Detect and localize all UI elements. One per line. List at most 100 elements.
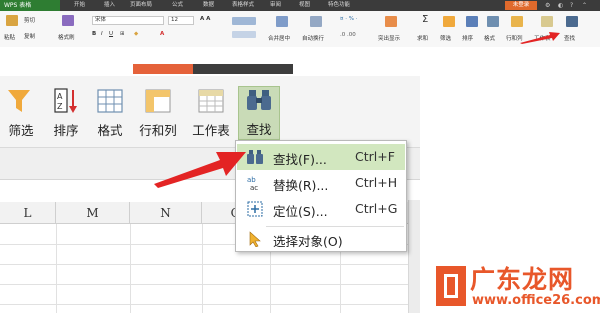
row-line: [0, 284, 410, 285]
mini-align-icon[interactable]: [232, 17, 256, 25]
svg-text:A: A: [57, 92, 63, 101]
mini-menu-insert[interactable]: 插入: [104, 0, 115, 11]
mini-highlight-label[interactable]: 突出显示: [378, 34, 400, 42]
format-button[interactable]: 格式: [88, 88, 132, 140]
svg-text:Z: Z: [57, 102, 63, 111]
sort-button[interactable]: A Z 排序: [44, 88, 88, 140]
mini-settings-icon[interactable]: ⚙: [545, 0, 550, 11]
menu-item-find[interactable]: 查找(F)... Ctrl+F: [237, 144, 405, 170]
mini-find-icon[interactable]: [566, 16, 578, 27]
mini-app-title[interactable]: WPS 表格: [0, 0, 60, 11]
mini-font-name-field[interactable]: 宋体: [92, 16, 164, 25]
mini-menu-data[interactable]: 数据: [203, 0, 214, 11]
mini-skin-icon[interactable]: ◐: [558, 0, 563, 11]
menu-item-find-shortcut: Ctrl+F: [355, 149, 395, 164]
svg-text:ac: ac: [250, 184, 258, 191]
mini-sheet-icon[interactable]: [541, 16, 553, 27]
worksheet-button[interactable]: 工作表: [186, 88, 236, 140]
row-line: [0, 304, 410, 305]
find-button[interactable]: 查找: [238, 86, 280, 140]
menu-item-select-objects-label: 选择对象(O): [273, 234, 343, 249]
mini-menu-formula[interactable]: 公式: [172, 0, 183, 11]
find-label: 查找: [246, 122, 272, 137]
watermark-logo-icon: [436, 266, 466, 306]
mini-login-button[interactable]: 未登录: [505, 1, 537, 10]
mini-menu-special[interactable]: 特色功能: [328, 0, 350, 11]
mini-format-icon[interactable]: [487, 16, 499, 27]
menu-item-select-objects[interactable]: 选择对象(O): [237, 226, 405, 252]
binoculars-icon: [247, 90, 271, 110]
mini-wrap-icon[interactable]: [310, 16, 322, 27]
mini-align-row-icon[interactable]: [232, 31, 256, 38]
format-icon: [97, 89, 123, 113]
column-header-n[interactable]: N: [130, 202, 202, 224]
mini-paste-label[interactable]: 粘贴: [4, 33, 15, 41]
menu-item-replace-shortcut: Ctrl+H: [355, 175, 398, 190]
worksheet-icon: [198, 89, 224, 113]
menu-item-replace-label: 替换(R)...: [273, 178, 329, 193]
mini-rowcol-icon[interactable]: [511, 16, 523, 27]
mini-grow-font-icon[interactable]: A A: [200, 16, 210, 22]
mini-fill-color-icon[interactable]: ◆: [134, 31, 138, 37]
zoom-window-bar: [0, 64, 420, 76]
mini-number-format-icon[interactable]: ¤ · % ·: [340, 16, 357, 22]
filter-icon: [8, 90, 30, 112]
col-line: [130, 224, 131, 313]
mini-ribbon: 粘贴 剪切 复制 格式刷 宋体 12 A A B I U ⊞ ◆ A 合并居中 …: [0, 11, 600, 47]
mini-italic-icon[interactable]: I: [101, 31, 103, 37]
menu-item-goto[interactable]: 定位(S)... Ctrl+G: [237, 196, 405, 222]
filter-label: 筛选: [8, 123, 34, 138]
mini-underline-icon[interactable]: U: [109, 31, 113, 37]
row-col-button[interactable]: 行和列: [133, 88, 183, 140]
mini-pointer-arrow: [520, 32, 560, 44]
menu-item-find-label: 查找(F)...: [273, 152, 327, 167]
mini-paste-icon[interactable]: [6, 15, 18, 26]
format-label: 格式: [97, 123, 123, 138]
vertical-scrollbar[interactable]: [408, 200, 420, 313]
menu-item-replace[interactable]: ab ac 替换(R)... Ctrl+H: [237, 170, 405, 196]
mini-menu-home[interactable]: 开始: [74, 0, 85, 11]
mini-menu-view[interactable]: 视图: [299, 0, 310, 11]
column-header-l[interactable]: L: [0, 202, 56, 224]
mini-sum-label[interactable]: 求和: [417, 34, 428, 42]
mini-cut-label[interactable]: 剪切: [24, 16, 35, 24]
mini-copy-label[interactable]: 复制: [24, 32, 35, 40]
mini-sort-label[interactable]: 排序: [462, 34, 473, 42]
mini-menu-layout[interactable]: 页面布局: [130, 0, 152, 11]
mini-menu-table-style[interactable]: 表格样式: [232, 0, 254, 11]
mini-merge-icon[interactable]: [276, 16, 288, 27]
mini-window: WPS 表格 开始 插入 页面布局 公式 数据 表格样式 审阅 视图 特色功能 …: [0, 0, 600, 47]
mini-find-label[interactable]: 查找: [564, 34, 575, 42]
mini-decimal-icon[interactable]: .0 .00: [340, 32, 356, 38]
row-col-icon: [145, 89, 171, 113]
mini-sum-icon[interactable]: Σ: [422, 14, 428, 25]
menu-item-goto-label: 定位(S)...: [273, 204, 328, 219]
column-header-m[interactable]: M: [56, 202, 130, 224]
worksheet-label: 工作表: [192, 123, 230, 138]
mini-filter-icon[interactable]: [443, 16, 455, 27]
mini-format-painter-icon[interactable]: [62, 15, 74, 26]
mini-collapse-icon[interactable]: ⌃: [582, 0, 587, 11]
mini-font-size-field[interactable]: 12: [168, 16, 194, 25]
menu-item-goto-shortcut: Ctrl+G: [355, 201, 398, 216]
mini-font-color-icon[interactable]: A: [160, 31, 164, 37]
mini-menu-review[interactable]: 审阅: [270, 0, 281, 11]
mini-bold-icon[interactable]: B: [92, 31, 96, 37]
filter-button[interactable]: 筛选: [0, 88, 42, 140]
mini-filter-label[interactable]: 筛选: [440, 34, 451, 42]
mini-wrap-label[interactable]: 自动换行: [302, 34, 324, 42]
sort-icon: A Z: [54, 88, 77, 113]
watermark-name: 广东龙网: [470, 265, 575, 294]
mini-merge-label[interactable]: 合并居中: [268, 34, 290, 42]
mini-sort-icon[interactable]: [466, 16, 478, 27]
col-line: [56, 224, 57, 313]
mini-border-icon[interactable]: ⊞: [120, 31, 125, 37]
zoom-login-strip: [133, 64, 193, 74]
mini-highlight-icon[interactable]: [385, 16, 397, 27]
pointer-arrow: [154, 152, 246, 188]
mini-help-icon[interactable]: ?: [570, 0, 573, 11]
watermark-url: www.office26.com: [472, 293, 600, 308]
zoom-dark-strip: [193, 64, 293, 74]
mini-format-painter-label[interactable]: 格式刷: [58, 33, 75, 41]
mini-format-label[interactable]: 格式: [484, 34, 495, 42]
